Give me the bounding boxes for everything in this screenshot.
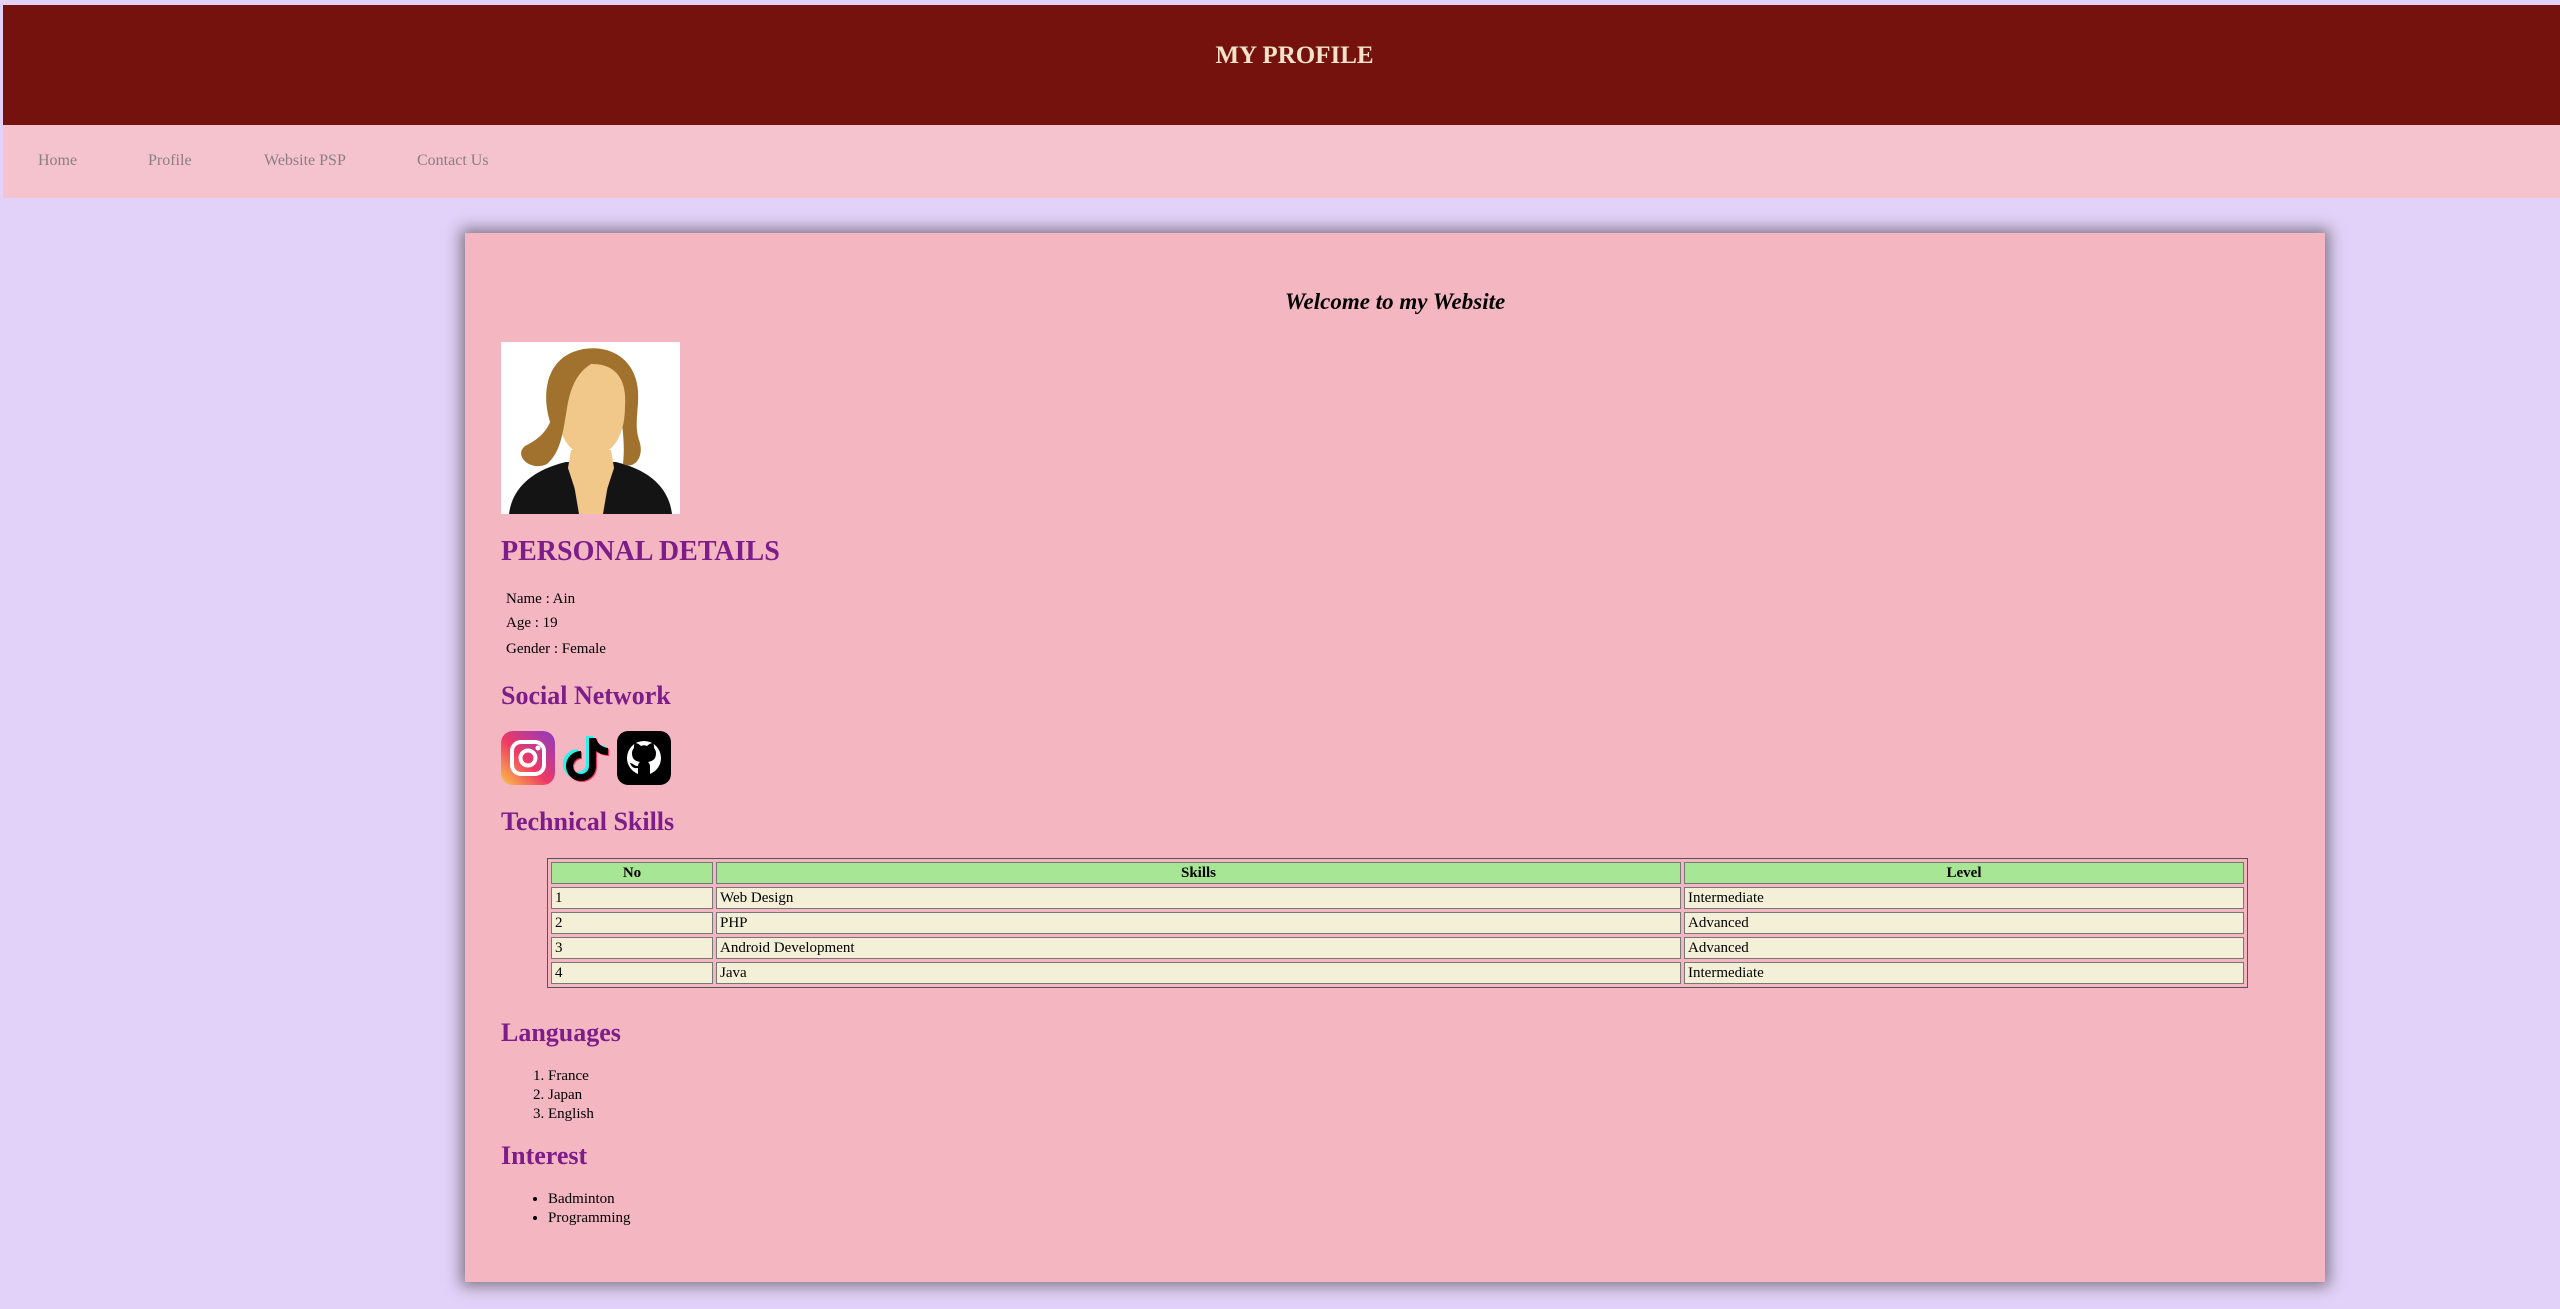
list-item: Japan [548,1086,594,1105]
content-panel: Welcome to my Website PERSONAL DETAILS N… [465,233,2325,1282]
cell-no: 3 [551,937,713,959]
list-item: Programming [548,1209,631,1228]
profile-avatar [501,342,680,514]
interest-heading: Interest [501,1141,588,1170]
cell-level: Advanced [1684,912,2244,934]
nav-home-link[interactable]: Home [38,152,77,170]
nav-profile-link[interactable]: Profile [148,152,192,170]
table-header-row: No Skills Level [551,862,2244,884]
welcome-heading: Welcome to my Website [1284,289,1506,314]
cell-skill: Java [716,962,1681,984]
cell-skill: Android Development [716,937,1681,959]
nav-contact-us-link[interactable]: Contact Us [417,152,489,170]
languages-list: France Japan English [508,1067,594,1124]
column-header-level: Level [1684,862,2244,884]
technical-skills-heading: Technical Skills [501,807,675,836]
languages-heading: Languages [501,1018,621,1047]
list-item: English [548,1105,594,1124]
personal-details-heading: PERSONAL DETAILS [501,536,780,567]
skills-table: No Skills Level 1 Web Design Intermediat… [547,858,2248,988]
list-item: France [548,1067,594,1086]
cell-level: Advanced [1684,937,2244,959]
detail-age: Age : 19 [506,615,558,631]
page-title: MY PROFILE [1215,42,1374,69]
table-row: 1 Web Design Intermediate [551,887,2244,909]
social-links [501,731,671,785]
nav-bar: Home Profile Website PSP Contact Us [3,125,2560,198]
cell-level: Intermediate [1684,887,2244,909]
table-row: 4 Java Intermediate [551,962,2244,984]
column-header-skills: Skills [716,862,1681,884]
github-icon [617,731,671,785]
table-row: 3 Android Development Advanced [551,937,2244,959]
tiktok-icon [559,731,613,785]
cell-skill: PHP [716,912,1681,934]
detail-gender: Gender : Female [506,641,606,657]
tiktok-link[interactable] [559,731,613,785]
cell-skill: Web Design [716,887,1681,909]
nav-website-psp-link[interactable]: Website PSP [264,152,346,170]
instagram-icon [501,731,555,785]
cell-no: 2 [551,912,713,934]
site-header: MY PROFILE [3,5,2560,125]
social-network-heading: Social Network [501,681,671,710]
github-link[interactable] [617,731,671,785]
list-item: Badminton [548,1190,631,1209]
detail-name: Name : Ain [506,591,576,607]
instagram-link[interactable] [501,731,555,785]
column-header-no: No [551,862,713,884]
interest-list: Badminton Programming [508,1190,631,1228]
cell-level: Intermediate [1684,962,2244,984]
cell-no: 1 [551,887,713,909]
cell-no: 4 [551,962,713,984]
table-row: 2 PHP Advanced [551,912,2244,934]
